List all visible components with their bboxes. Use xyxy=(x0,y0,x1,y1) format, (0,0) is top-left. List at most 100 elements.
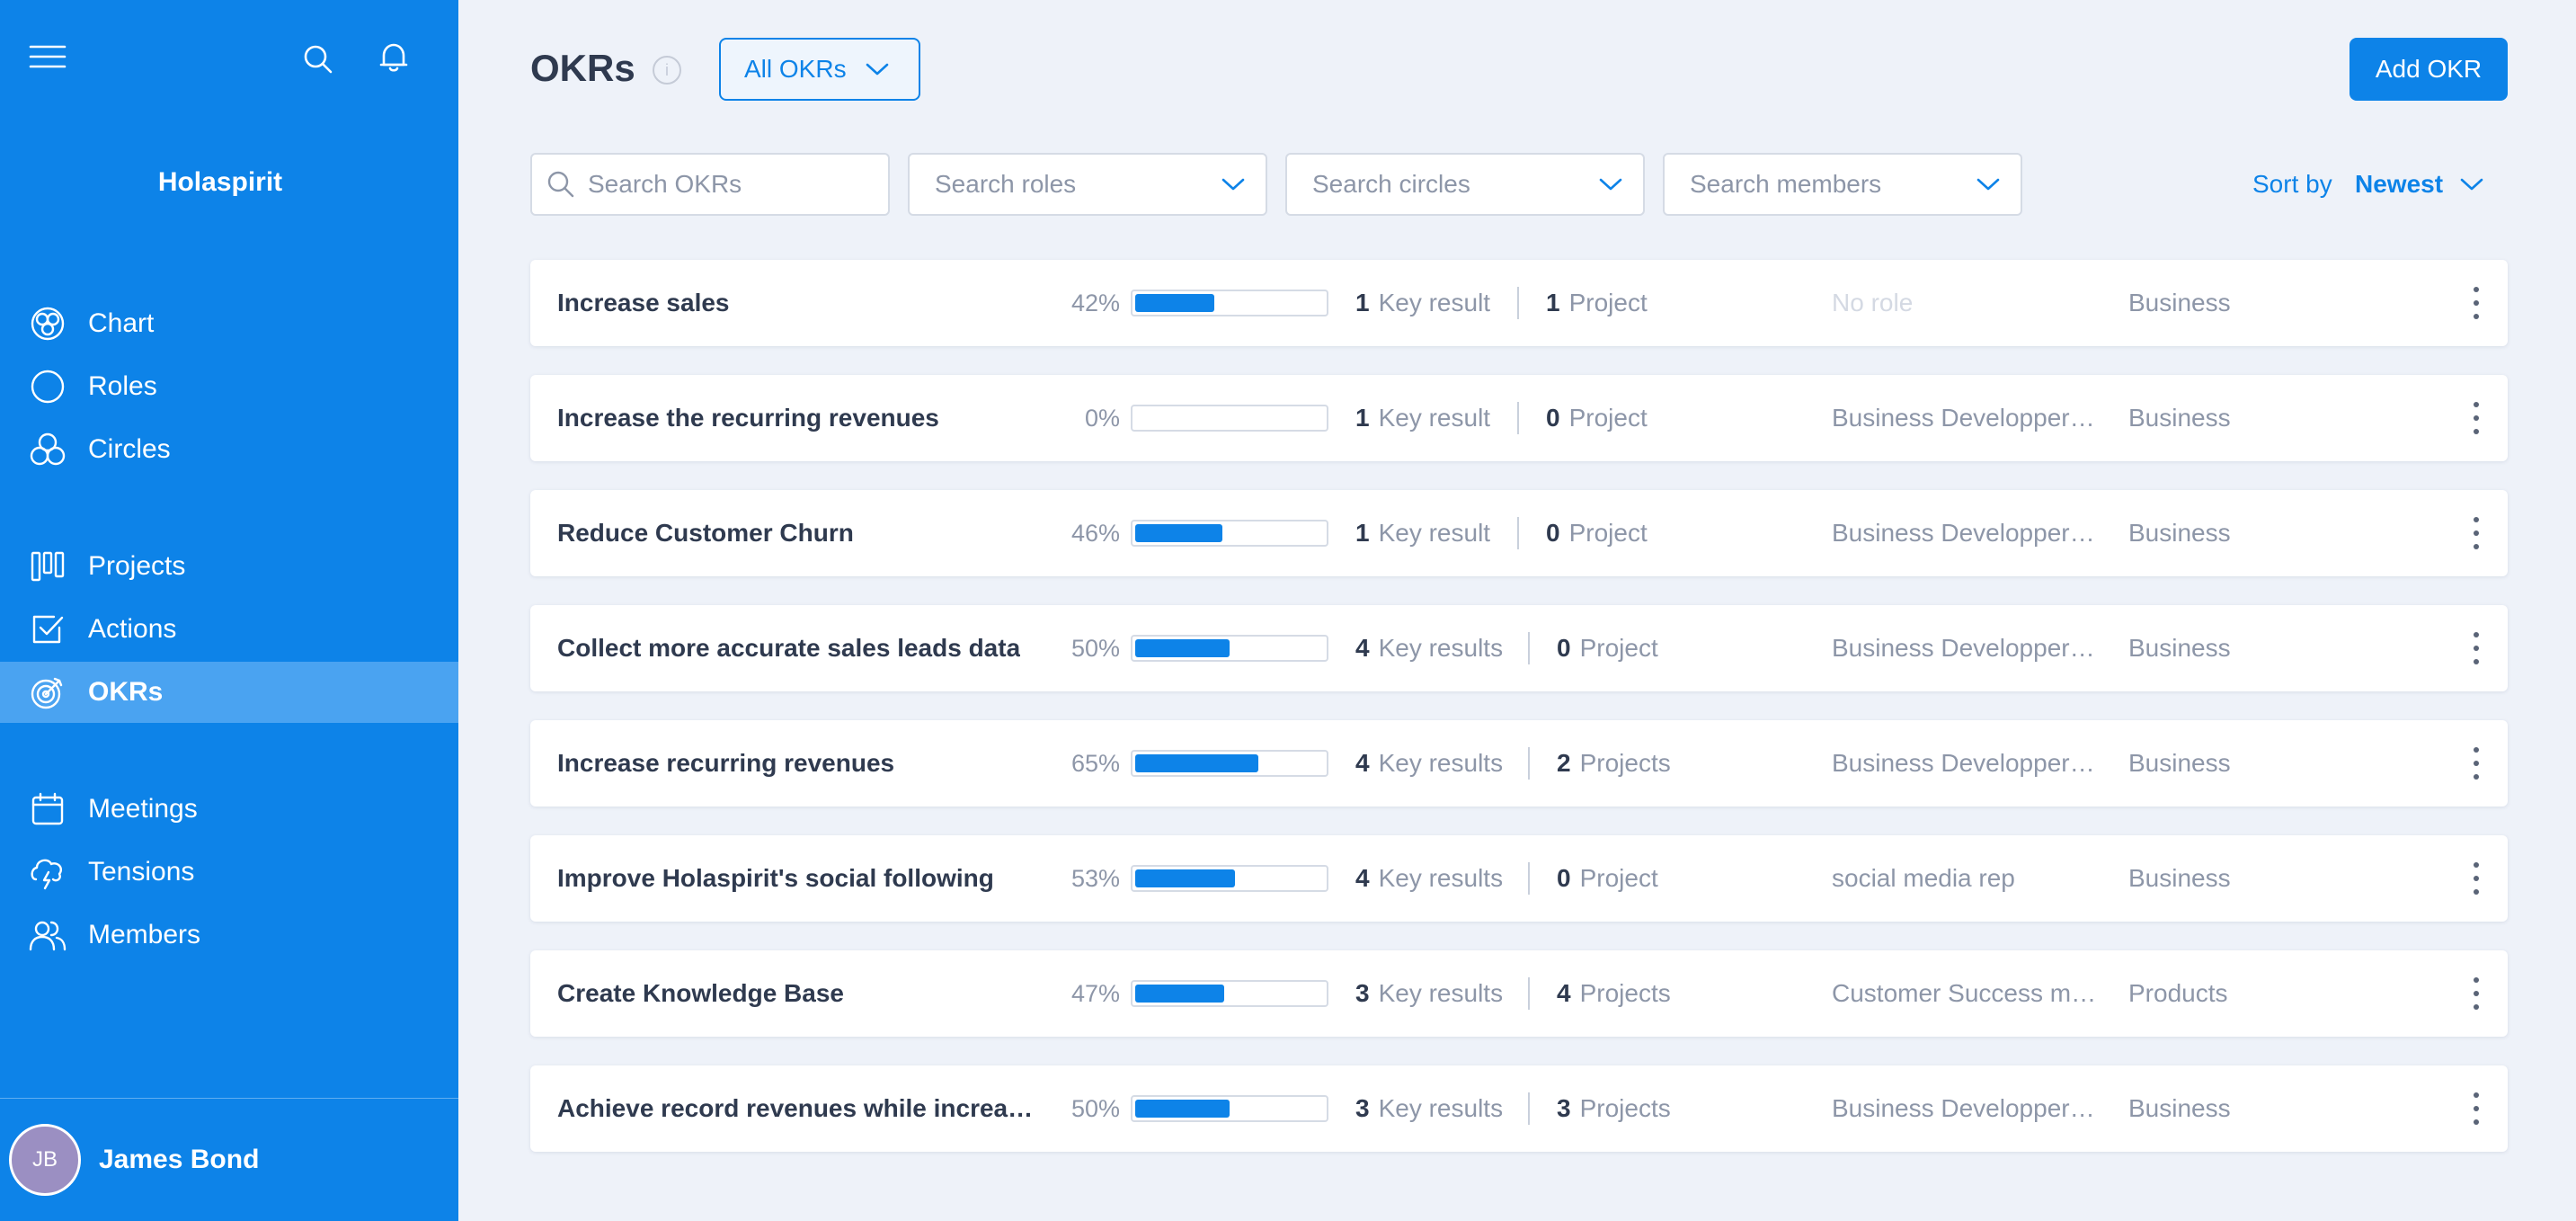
nav-label: Projects xyxy=(88,551,186,581)
okr-role: Business Developper I... xyxy=(1832,519,2101,547)
okr-role: No role xyxy=(1832,289,1914,316)
okr-name[interactable]: Increase the recurring revenues xyxy=(557,404,939,432)
search-roles-dropdown[interactable]: Search roles xyxy=(908,153,1267,216)
okr-progress-percent: 46% xyxy=(1070,520,1120,547)
sort-dropdown[interactable]: Newest xyxy=(2355,170,2443,199)
projects-count: 4 Projects xyxy=(1557,979,1671,1008)
okr-name[interactable]: Create Knowledge Base xyxy=(557,979,844,1008)
actions-icon xyxy=(29,610,67,648)
projects-count: 0 Project xyxy=(1557,864,1658,893)
progress-bar xyxy=(1131,750,1328,777)
info-icon[interactable]: i xyxy=(653,56,681,85)
nav-label: Roles xyxy=(88,371,157,401)
projects-number: 1 xyxy=(1546,289,1560,316)
okr-row[interactable]: Create Knowledge Base 47% 3 Key results 4 Pro… xyxy=(530,950,2508,1037)
okr-name[interactable]: Increase sales xyxy=(557,289,730,317)
divider xyxy=(1517,517,1519,549)
user-name[interactable]: James Bond xyxy=(99,1145,259,1175)
nav-item-projects[interactable]: Projects xyxy=(0,536,458,597)
okr-progress-percent: 42% xyxy=(1070,290,1120,316)
progress-bar xyxy=(1131,520,1328,547)
divider xyxy=(1528,747,1530,780)
nav-item-tensions[interactable]: Tensions xyxy=(0,842,458,903)
nav-item-okrs[interactable]: OKRs xyxy=(0,662,458,723)
more-options-icon[interactable] xyxy=(2472,402,2481,434)
divider xyxy=(1517,287,1519,319)
bell-icon[interactable] xyxy=(376,40,412,76)
key-results-label: Key results xyxy=(1378,749,1504,777)
okr-name[interactable]: Increase recurring revenues xyxy=(557,749,894,778)
more-options-icon[interactable] xyxy=(2472,287,2481,319)
okr-progress-percent: 47% xyxy=(1070,980,1120,1007)
search-circles-dropdown[interactable]: Search circles xyxy=(1285,153,1645,216)
projects-count: 0 Project xyxy=(1546,519,1648,548)
okr-name[interactable]: Reduce Customer Churn xyxy=(557,519,854,548)
okr-row[interactable]: Reduce Customer Churn 46% 1 Key result 0 Proj… xyxy=(530,490,2508,576)
progress-bar-fill xyxy=(1135,869,1236,887)
nav-item-actions[interactable]: Actions xyxy=(0,599,458,660)
key-results-number: 3 xyxy=(1355,979,1370,1007)
add-okr-button[interactable]: Add OKR xyxy=(2349,38,2508,101)
progress-bar xyxy=(1131,405,1328,432)
chevron-down-icon[interactable] xyxy=(2459,176,2484,192)
key-results-number: 1 xyxy=(1355,519,1370,547)
okr-role: social media rep xyxy=(1832,864,2015,892)
more-options-icon[interactable] xyxy=(2472,862,2481,895)
projects-count: 2 Projects xyxy=(1557,749,1671,778)
projects-number: 4 xyxy=(1557,979,1571,1007)
search-roles-placeholder: Search roles xyxy=(935,170,1077,198)
brand-name: Holaspirit xyxy=(157,167,283,197)
nav-item-meetings[interactable]: Meetings xyxy=(0,779,458,840)
projects-number: 0 xyxy=(1546,519,1560,547)
okr-name[interactable]: Achieve record revenues while increasin.… xyxy=(557,1094,1043,1123)
projects-number: 0 xyxy=(1546,404,1560,432)
chevron-down-icon xyxy=(1221,178,1245,191)
hamburger-menu-icon[interactable] xyxy=(27,41,68,72)
search-okrs-box[interactable] xyxy=(530,153,890,216)
avatar[interactable]: JB xyxy=(9,1124,81,1196)
circles-icon xyxy=(29,431,67,468)
progress-bar xyxy=(1131,865,1328,892)
okr-row[interactable]: Improve Holaspirit's social following 53%… xyxy=(530,835,2508,922)
projects-label: Projects xyxy=(1579,749,1671,777)
okr-role: Business Developper I... xyxy=(1832,634,2101,662)
chart-icon xyxy=(29,305,67,343)
progress-bar xyxy=(1131,1095,1328,1122)
okr-row[interactable]: Collect more accurate sales leads data 50… xyxy=(530,605,2508,691)
okr-row[interactable]: Achieve record revenues while increasin.… xyxy=(530,1065,2508,1152)
nav-label: Actions xyxy=(88,614,177,644)
projects-number: 0 xyxy=(1557,634,1571,662)
projects-count: 1 Project xyxy=(1546,289,1648,317)
okr-name[interactable]: Improve Holaspirit's social following xyxy=(557,864,994,893)
search-icon xyxy=(547,171,574,198)
search-okrs-input[interactable] xyxy=(588,170,857,199)
okr-circle: Business xyxy=(2128,634,2231,662)
more-options-icon[interactable] xyxy=(2472,1092,2481,1125)
key-results-number: 3 xyxy=(1355,1094,1370,1122)
nav-label: Members xyxy=(88,920,201,949)
projects-label: Projects xyxy=(1579,979,1671,1007)
more-options-icon[interactable] xyxy=(2472,977,2481,1010)
projects-count: 0 Project xyxy=(1546,404,1648,432)
divider xyxy=(1528,632,1530,664)
search-icon[interactable] xyxy=(300,41,336,77)
search-members-dropdown[interactable]: Search members xyxy=(1663,153,2022,216)
okr-name[interactable]: Collect more accurate sales leads data xyxy=(557,634,1020,663)
okr-role: Business Developper I... xyxy=(1832,1094,2101,1122)
nav-item-members[interactable]: Members xyxy=(0,905,458,966)
nav-item-chart[interactable]: Chart xyxy=(0,293,458,354)
key-results-count: 1 Key result xyxy=(1355,404,1490,432)
key-results-label: Key result xyxy=(1378,519,1491,547)
okr-row[interactable]: Increase the recurring revenues 0% 1 Key re… xyxy=(530,375,2508,461)
nav-item-circles[interactable]: Circles xyxy=(0,419,458,480)
chevron-down-icon xyxy=(866,63,889,76)
okr-row[interactable]: Increase recurring revenues 65% 4 Key resul… xyxy=(530,720,2508,807)
user-footer[interactable]: JB James Bond xyxy=(0,1098,458,1221)
okr-row[interactable]: Increase sales 42% 1 Key result 1 Project No r… xyxy=(530,260,2508,346)
divider xyxy=(1528,862,1530,895)
more-options-icon[interactable] xyxy=(2472,747,2481,780)
nav-item-roles[interactable]: Roles xyxy=(0,356,458,417)
more-options-icon[interactable] xyxy=(2472,517,2481,549)
more-options-icon[interactable] xyxy=(2472,632,2481,664)
okr-filter-dropdown[interactable]: All OKRs xyxy=(719,38,920,101)
